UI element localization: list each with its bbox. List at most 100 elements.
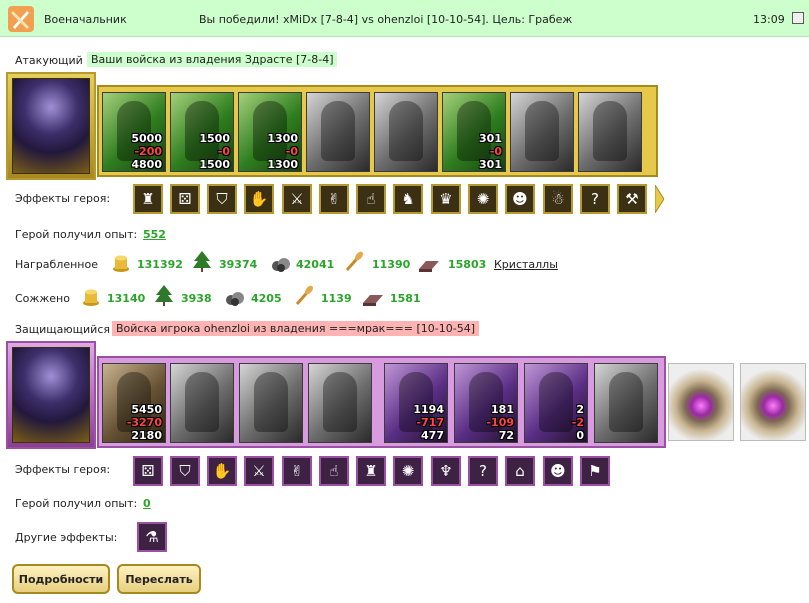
- question-icon[interactable]: ?: [580, 184, 610, 214]
- crystals-link[interactable]: Кристаллы: [494, 258, 558, 271]
- shield-icon[interactable]: ⛉: [207, 184, 237, 214]
- handshake-shield-icon[interactable]: ✋: [244, 184, 274, 214]
- assassin-image: [539, 372, 573, 432]
- banner-shield-icon[interactable]: ⚑: [580, 456, 610, 486]
- loot-wood: 39374: [219, 258, 258, 271]
- unit-loss: -3270: [126, 416, 162, 429]
- unit-remaining: 1500: [199, 158, 230, 171]
- close-checkbox[interactable]: [792, 12, 804, 24]
- defense-tower-image[interactable]: [668, 363, 734, 441]
- message-time: 13:09: [753, 13, 785, 26]
- dark-griffin-image: [323, 372, 357, 432]
- defender-unit-3[interactable]: [239, 363, 303, 443]
- attacker-unit-3[interactable]: 1300 -0 1300: [238, 92, 302, 172]
- message-author: Военачальник: [44, 13, 127, 26]
- mask-icon[interactable]: ☻: [505, 184, 535, 214]
- hand-blessing-icon[interactable]: ☝: [356, 184, 386, 214]
- forward-button[interactable]: Переслать: [117, 564, 201, 594]
- unit-count: 1500: [199, 132, 230, 145]
- burned-wood: 3938: [181, 292, 212, 305]
- defender-unit-2[interactable]: [170, 363, 234, 443]
- fortress-icon[interactable]: ♜: [133, 184, 163, 214]
- unit-count: 5000: [131, 132, 162, 145]
- attacker-unit-2[interactable]: 1500 -0 1500: [170, 92, 234, 172]
- potion-effect-icon[interactable]: ⚗: [137, 522, 167, 552]
- defender-unit-8[interactable]: [594, 363, 658, 443]
- dice-icon[interactable]: ⚄: [133, 456, 163, 486]
- armor-icon[interactable]: ♞: [393, 184, 423, 214]
- unit-remaining: 477: [421, 429, 444, 442]
- unit-count: 181: [491, 403, 514, 416]
- defender-unit-4[interactable]: [308, 363, 372, 443]
- wood-icon: [155, 285, 173, 306]
- defender-hero-portrait[interactable]: [6, 341, 96, 449]
- handshake-icon[interactable]: ✌: [319, 184, 349, 214]
- cobweb-icon[interactable]: ✺: [468, 184, 498, 214]
- defender-exp-value[interactable]: 0: [143, 497, 151, 510]
- defender-unit-5[interactable]: 1194 -717 477: [384, 363, 448, 443]
- elf-spearman-image: [253, 101, 287, 161]
- handshake-icon[interactable]: ✌: [282, 456, 312, 486]
- attacker-unit-6[interactable]: 301 -0 301: [442, 92, 506, 172]
- defender-unit-7[interactable]: 2 -2 0: [524, 363, 588, 443]
- defender-unit-1[interactable]: 5450 -3270 2180: [102, 363, 166, 443]
- fortress-icon[interactable]: ♜: [356, 456, 386, 486]
- wood-icon: [193, 251, 211, 272]
- armored-knight-image: [525, 101, 559, 161]
- scroll-right-arrow-icon[interactable]: [655, 185, 664, 213]
- mask-icon[interactable]: ☻: [543, 456, 573, 486]
- shield-icon[interactable]: ⛉: [170, 456, 200, 486]
- gold-icon: [113, 255, 129, 272]
- unit-count: 301: [479, 132, 502, 145]
- iron-icon: [363, 295, 383, 306]
- attacker-unit-8[interactable]: [578, 92, 642, 172]
- defender-label: Защищающийся: [15, 323, 110, 336]
- details-button[interactable]: Подробности: [12, 564, 110, 594]
- grain-icon: [295, 285, 314, 305]
- sword-icon[interactable]: ⚔: [244, 456, 274, 486]
- unit-remaining: 4800: [131, 158, 162, 171]
- dark-rider-image: [185, 372, 219, 432]
- demon-icon[interactable]: ♆: [431, 456, 461, 486]
- hand-blessing-icon[interactable]: ☝: [319, 456, 349, 486]
- dice-icon[interactable]: ⚄: [170, 184, 200, 214]
- longsword-icon[interactable]: ⚒: [617, 184, 647, 214]
- unit-loss: -717: [416, 416, 444, 429]
- burned-stone: 4205: [251, 292, 282, 305]
- attacker-unit-5[interactable]: [374, 92, 438, 172]
- unit-remaining: 2180: [131, 429, 162, 442]
- attacker-label: Атакующий: [15, 54, 83, 67]
- gold-icon: [83, 289, 99, 306]
- question-icon[interactable]: ?: [468, 456, 498, 486]
- helmet-icon[interactable]: ♛: [431, 184, 461, 214]
- defender-unit-6[interactable]: 181 -109 72: [454, 363, 518, 443]
- unit-remaining: 0: [576, 429, 584, 442]
- attacker-hero-portrait[interactable]: [6, 72, 96, 180]
- iron-icon: [419, 261, 439, 272]
- attacker-exp-label: Герой получил опыт:: [15, 228, 138, 241]
- unit-count: 2: [576, 403, 584, 416]
- burned-label: Сожжено: [15, 292, 70, 305]
- cloak-icon[interactable]: ☃: [543, 184, 573, 214]
- grain-icon: [345, 251, 364, 271]
- stone-icon: [272, 258, 290, 272]
- unit-remaining: 72: [498, 429, 514, 442]
- defense-tower-image[interactable]: [740, 363, 806, 441]
- attacker-unit-7[interactable]: [510, 92, 574, 172]
- cobweb-icon[interactable]: ✺: [393, 456, 423, 486]
- defender-army-panel: 5450 -3270 2180 1194 -717 477 181 -109 7…: [97, 356, 666, 448]
- attacker-tag: Ваши войска из владения Здрасте [7-8-4]: [87, 52, 338, 67]
- fan-icon[interactable]: ⌂: [505, 456, 535, 486]
- sword-icon[interactable]: ⚔: [282, 184, 312, 214]
- loot-iron: 15803: [448, 258, 487, 271]
- unit-loss: -0: [285, 145, 298, 158]
- attacker-exp-value[interactable]: 552: [143, 228, 166, 241]
- attacker-unit-1[interactable]: 5000 -200 4800: [102, 92, 166, 172]
- defender-exp-label: Герой получил опыт:: [15, 497, 138, 510]
- unit-loss: -109: [486, 416, 514, 429]
- attacker-unit-4[interactable]: [306, 92, 370, 172]
- attacker-effects-label: Эффекты героя:: [15, 192, 111, 205]
- unit-loss: -2: [571, 416, 584, 429]
- handshake-shield-icon[interactable]: ✋: [207, 456, 237, 486]
- stone-icon: [226, 292, 244, 306]
